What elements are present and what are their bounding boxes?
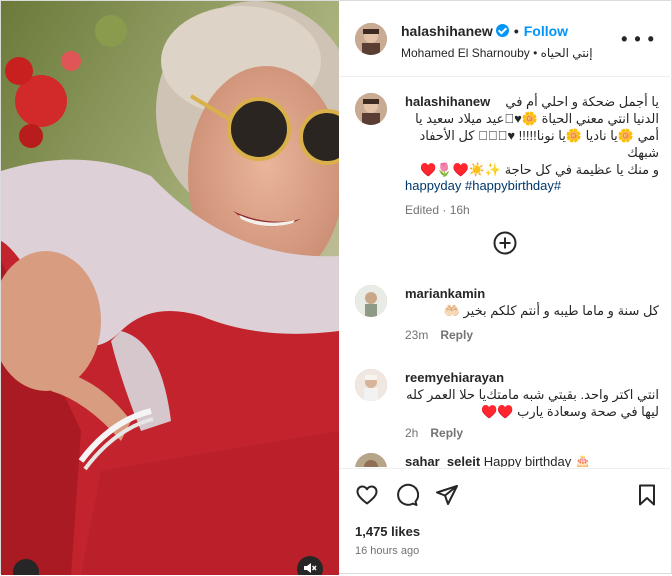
header-user-row: halashihanew • Follow	[401, 23, 568, 39]
follow-button[interactable]: Follow	[524, 23, 568, 39]
comment-username[interactable]: mariankamin	[405, 286, 485, 301]
more-options-icon[interactable]: • • •	[621, 29, 655, 50]
reply-button[interactable]: Reply	[440, 328, 473, 342]
post-image[interactable]	[1, 1, 339, 575]
reply-button[interactable]: Reply	[430, 426, 463, 440]
caption-first-line: halashihanew يا أجمل ضحكة و احلي أم في	[405, 93, 659, 110]
caption-body: halashihanew يا أجمل ضحكة و احلي أم في ا…	[405, 93, 659, 217]
commenter-avatar[interactable]	[355, 453, 387, 467]
caption-username[interactable]: halashihanew	[405, 94, 490, 109]
post-header: halashihanew • Follow Mohamed El Sharnouby…	[339, 1, 672, 77]
audio-attribution[interactable]: Mohamed El Sharnouby • إنتي الحياه	[401, 46, 593, 60]
post-dialog: halashihanew • Follow Mohamed El Sharnouby…	[0, 0, 672, 575]
comment-username[interactable]: reemyehiarayan	[405, 370, 504, 385]
caption-meta: Edited · 16h	[405, 203, 470, 217]
caption-avatar[interactable]	[355, 93, 387, 125]
caption-line-1: يا أجمل ضحكة و احلي أم في	[505, 94, 659, 109]
post-actions: 1,475 likes 16 hours ago	[339, 468, 672, 576]
comment-time: 23m	[405, 328, 429, 342]
share-icon[interactable]	[435, 483, 459, 507]
comment-first-line: reemyehiarayan انتي اكتر واحد. بقيتي شبه…	[405, 369, 659, 402]
caption-line-3: أمي 🌼يا ناديا 🌼يا نونا!!!!! ♥🏻🏻🏻 كل الأح…	[419, 128, 659, 160]
heart-icon[interactable]	[355, 483, 379, 507]
post-time[interactable]: 16 hours ago	[355, 545, 419, 557]
comment-text-1: كل سنة و ماما طيبه و أنتم كلكم بخير 🤲🏻	[443, 303, 659, 318]
likes-count[interactable]: 1,475 likes	[355, 524, 420, 539]
audio-title[interactable]: إنتي الحياه	[541, 46, 593, 60]
plus-circle-icon	[493, 231, 517, 255]
comment-body: reemyehiarayan انتي اكتر واحد. بقيتي شبه…	[405, 369, 659, 440]
comment-text: Happy birthday 🎂	[483, 454, 592, 467]
speaker-muted-icon	[304, 563, 317, 573]
comment-meta: 23m Reply	[405, 328, 659, 342]
caption-line-2: الدنيا انتي معني الحياة 🌼♥🏻عيد ميلاد سعي…	[415, 111, 659, 126]
comment-meta: 2h Reply	[405, 426, 659, 440]
comment-body: mariankamin كل سنة و ماما طيبه و أنتم كل…	[405, 285, 659, 342]
post-photo-graphic	[1, 1, 339, 575]
comment-first-line: mariankamin كل سنة و ماما طيبه و أنتم كل…	[405, 285, 659, 318]
comment-body: sahar_seleit Happy birthday 🎂	[405, 453, 659, 467]
commenter-avatar[interactable]	[355, 369, 387, 401]
author-username[interactable]: halashihanew	[401, 23, 493, 39]
comments-section[interactable]: halashihanew يا أجمل ضحكة و احلي أم في ا…	[339, 77, 672, 467]
separator-dot: •	[513, 23, 519, 39]
caption-line-4: و منك يا عظيمة في كل حاجة ✨☀️♥️🌷♥️	[420, 162, 659, 177]
comment-icon[interactable]	[395, 483, 419, 507]
commenter-avatar[interactable]	[355, 285, 387, 317]
comment-username[interactable]: sahar_seleit	[405, 454, 480, 467]
load-more-comments-button[interactable]	[493, 231, 517, 255]
post-side-panel: halashihanew • Follow Mohamed El Sharnouby…	[339, 1, 672, 575]
verified-badge-icon	[495, 24, 509, 37]
bookmark-icon[interactable]	[635, 483, 659, 507]
caption-hashtags[interactable]: happyday #happybirthday#	[405, 178, 659, 193]
author-avatar[interactable]	[355, 23, 387, 55]
audio-artist[interactable]: Mohamed El Sharnouby	[401, 46, 530, 60]
comment-first-line: sahar_seleit Happy birthday 🎂	[405, 453, 659, 467]
comment-time: 2h	[405, 426, 419, 440]
mute-button[interactable]	[297, 556, 323, 575]
audio-separator: •	[533, 46, 538, 60]
comment-text-line-1: انتي اكتر واحد. بقيتي شبه مامتك	[486, 387, 659, 402]
